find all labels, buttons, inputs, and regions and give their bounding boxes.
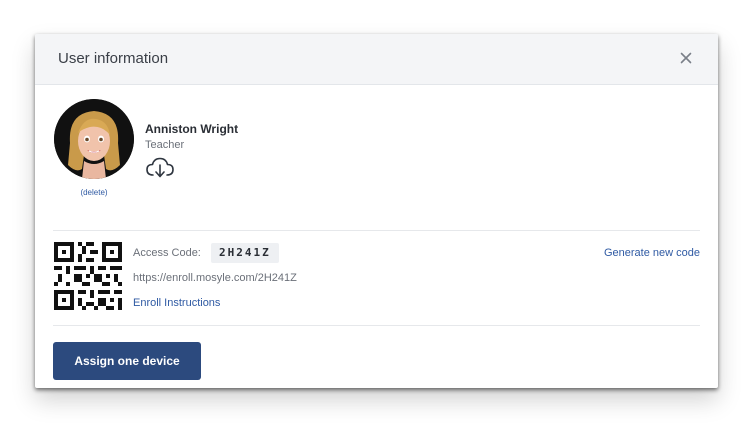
- close-icon[interactable]: [676, 48, 696, 68]
- enroll-url: https://enroll.mosyle.com/2H241Z: [133, 272, 297, 284]
- user-name: Anniston Wright: [145, 122, 239, 136]
- delete-avatar-link[interactable]: (delete): [53, 188, 135, 197]
- qr-code-icon: [54, 242, 122, 310]
- divider: [53, 230, 700, 231]
- assign-device-button[interactable]: Assign one device: [53, 342, 201, 380]
- cloud-download-icon[interactable]: [145, 157, 175, 179]
- access-code-value: 2H241Z: [211, 243, 279, 263]
- divider: [53, 325, 700, 326]
- avatar: [54, 99, 134, 179]
- user-information-modal: User information (delete) Anniston Wrigh…: [35, 34, 718, 388]
- enroll-instructions-link[interactable]: Enroll Instructions: [133, 297, 220, 309]
- generate-new-code-link[interactable]: Generate new code: [604, 247, 700, 259]
- modal-title: User information: [58, 50, 169, 67]
- access-code-label: Access Code:: [133, 247, 201, 259]
- user-role: Teacher: [145, 139, 185, 151]
- modal-header: User information: [35, 34, 718, 85]
